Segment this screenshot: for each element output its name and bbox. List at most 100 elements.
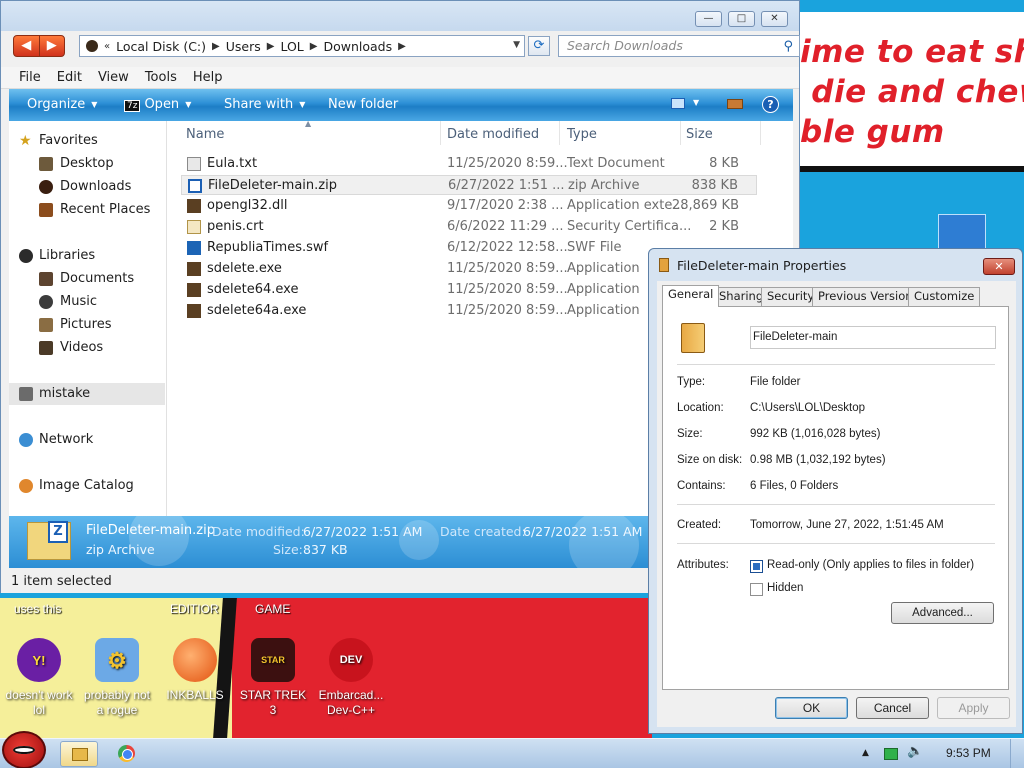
nav-libraries[interactable]: Libraries [9, 245, 165, 267]
help-icon[interactable]: ? [762, 96, 779, 113]
zip-file-icon [188, 179, 202, 193]
address-bar[interactable]: « Local Disk (C:) ▶ Users ▶ LOL ▶ Downlo… [79, 35, 525, 57]
close-button[interactable]: ✕ [983, 258, 1015, 275]
breadcrumb-downloads[interactable]: Downloads [323, 39, 392, 54]
nav-videos[interactable]: Videos [9, 337, 165, 359]
nav-desktop[interactable]: Desktop [9, 153, 165, 175]
preview-pane-icon[interactable] [727, 99, 743, 109]
tab-customize[interactable]: Customize [908, 287, 981, 306]
menu-help[interactable]: Help [185, 67, 231, 88]
desktop-shortcut-gears[interactable]: ⚙ probably not a rogue [80, 638, 154, 718]
file-size: 28,869 KB [671, 198, 739, 213]
file-name: FileDeleter-main.zip [208, 178, 337, 193]
file-date: 11/25/2020 8:59... [447, 156, 568, 171]
readonly-checkbox[interactable] [750, 560, 763, 573]
folder-name-field[interactable]: FileDeleter-main [750, 326, 996, 349]
breadcrumb-separator-icon[interactable]: ▶ [267, 41, 275, 52]
cancel-button[interactable]: Cancel [856, 697, 929, 719]
drive-icon [86, 40, 98, 52]
divider [677, 543, 995, 544]
breadcrumb-separator-icon[interactable]: ▶ [310, 41, 318, 52]
column-header-name[interactable]: Name [186, 127, 224, 142]
breadcrumb-drive[interactable]: Local Disk (C:) [116, 39, 206, 54]
nav-music[interactable]: Music [9, 291, 165, 313]
properties-title: FileDeleter-main Properties [677, 258, 847, 273]
taskbar-explorer-button[interactable] [60, 741, 98, 767]
nav-downloads[interactable]: Downloads [9, 176, 165, 198]
properties-titlebar[interactable]: FileDeleter-main Properties ✕ [649, 249, 1022, 279]
start-button[interactable] [2, 731, 46, 768]
menu-edit[interactable]: Edit [49, 67, 90, 88]
clock[interactable]: 9:53 PM [946, 746, 991, 760]
file-type: Application [567, 282, 640, 297]
menu-view[interactable]: View [90, 67, 137, 88]
nav-pictures[interactable]: Pictures [9, 314, 165, 336]
share-with-button[interactable]: Share with ▼ [224, 97, 305, 112]
file-row[interactable]: opengl32.dll 9/17/2020 2:38 ... Applicat… [181, 196, 757, 216]
desktop-folder-icon[interactable] [938, 214, 986, 250]
file-row-selected[interactable]: FileDeleter-main.zip 6/27/2022 1:51 ... … [181, 175, 757, 195]
menu-file[interactable]: File [11, 67, 49, 88]
file-row[interactable]: penis.crt 6/6/2022 11:29 ... Security Ce… [181, 217, 757, 237]
nav-label: mistake [39, 386, 91, 401]
refresh-button[interactable]: ⟳ [528, 36, 550, 56]
tray-overflow-icon[interactable]: ▲ [862, 748, 869, 758]
open-button[interactable]: 7z Open ▼ [124, 97, 191, 112]
breadcrumb-lol[interactable]: LOL [280, 39, 303, 54]
desktop-shortcut-label: Embarcad... Dev-C++ [318, 688, 384, 717]
nav-label: Pictures [60, 317, 112, 332]
nav-network[interactable]: Network [9, 429, 165, 451]
battery-icon[interactable] [884, 748, 898, 760]
menu-tools[interactable]: Tools [137, 67, 185, 88]
desktop-shortcut-star-trek[interactable]: STAR STAR TREK 3 [236, 638, 310, 718]
desktop-shortcut-devcpp[interactable]: DEV Embarcad... Dev-C++ [314, 638, 388, 718]
back-arrow-icon[interactable]: ◀ [14, 36, 40, 56]
breadcrumb-users[interactable]: Users [226, 39, 261, 54]
column-divider[interactable] [680, 121, 681, 145]
apply-button[interactable]: Apply [937, 697, 1010, 719]
tab-general[interactable]: General [662, 285, 720, 307]
desktop-shortcut-yahoo[interactable]: Y! doesn't work lol [2, 638, 76, 718]
organize-button[interactable]: Organize ▼ [27, 97, 97, 112]
divider [677, 364, 995, 365]
hidden-checkbox[interactable] [750, 583, 763, 596]
taskbar: ▲ 🔈 9:53 PM [0, 731, 1024, 768]
volume-icon[interactable]: 🔈 [907, 744, 923, 759]
nav-recent-places[interactable]: Recent Places [9, 199, 165, 221]
breadcrumb-chevron[interactable]: « [104, 41, 110, 52]
file-row[interactable]: Eula.txt 11/25/2020 8:59... Text Documen… [181, 154, 757, 174]
new-folder-button[interactable]: New folder [328, 97, 398, 112]
minimize-button[interactable]: — [695, 11, 722, 27]
breadcrumb-separator-icon[interactable]: ▶ [398, 41, 406, 52]
desktop-shortcut-label: probably not a rogue [83, 688, 151, 717]
column-divider[interactable] [760, 121, 761, 145]
nav-image-catalog[interactable]: Image Catalog [9, 475, 165, 497]
nav-label: Image Catalog [39, 478, 134, 493]
search-input[interactable]: Search Downloads ⚲ [558, 35, 800, 57]
column-header-size[interactable]: Size [686, 127, 713, 142]
chevron-down-icon[interactable]: ▼ [693, 98, 699, 107]
show-desktop-button[interactable] [1010, 739, 1022, 768]
nav-documents[interactable]: Documents [9, 268, 165, 290]
breadcrumb-separator-icon[interactable]: ▶ [212, 41, 220, 52]
contains-value: 6 Files, 0 Folders [750, 480, 839, 492]
chevron-down-icon: ▼ [185, 100, 192, 109]
column-header-type[interactable]: Type [567, 127, 597, 142]
advanced-button[interactable]: Advanced... [891, 602, 994, 624]
address-dropdown-icon[interactable]: ▼ [513, 40, 520, 50]
desktop-shortcut-inkball[interactable]: INKBALLS [158, 638, 232, 703]
file-name: Eula.txt [207, 156, 258, 171]
close-button[interactable]: ✕ [761, 11, 788, 27]
maximize-button[interactable]: □ [728, 11, 755, 27]
nav-favorites[interactable]: ★ Favorites [9, 130, 165, 152]
ok-button[interactable]: OK [775, 697, 848, 719]
column-divider[interactable] [440, 121, 441, 145]
column-divider[interactable] [559, 121, 560, 145]
view-options-icon[interactable] [671, 98, 685, 109]
nav-mistake[interactable]: mistake [9, 383, 165, 405]
chrome-icon[interactable] [118, 745, 135, 762]
search-icon[interactable]: ⚲ [783, 37, 793, 57]
forward-arrow-icon[interactable]: ▶ [40, 36, 65, 56]
explorer-titlebar[interactable]: — □ ✕ [1, 1, 799, 31]
column-header-date[interactable]: Date modified [447, 127, 539, 142]
